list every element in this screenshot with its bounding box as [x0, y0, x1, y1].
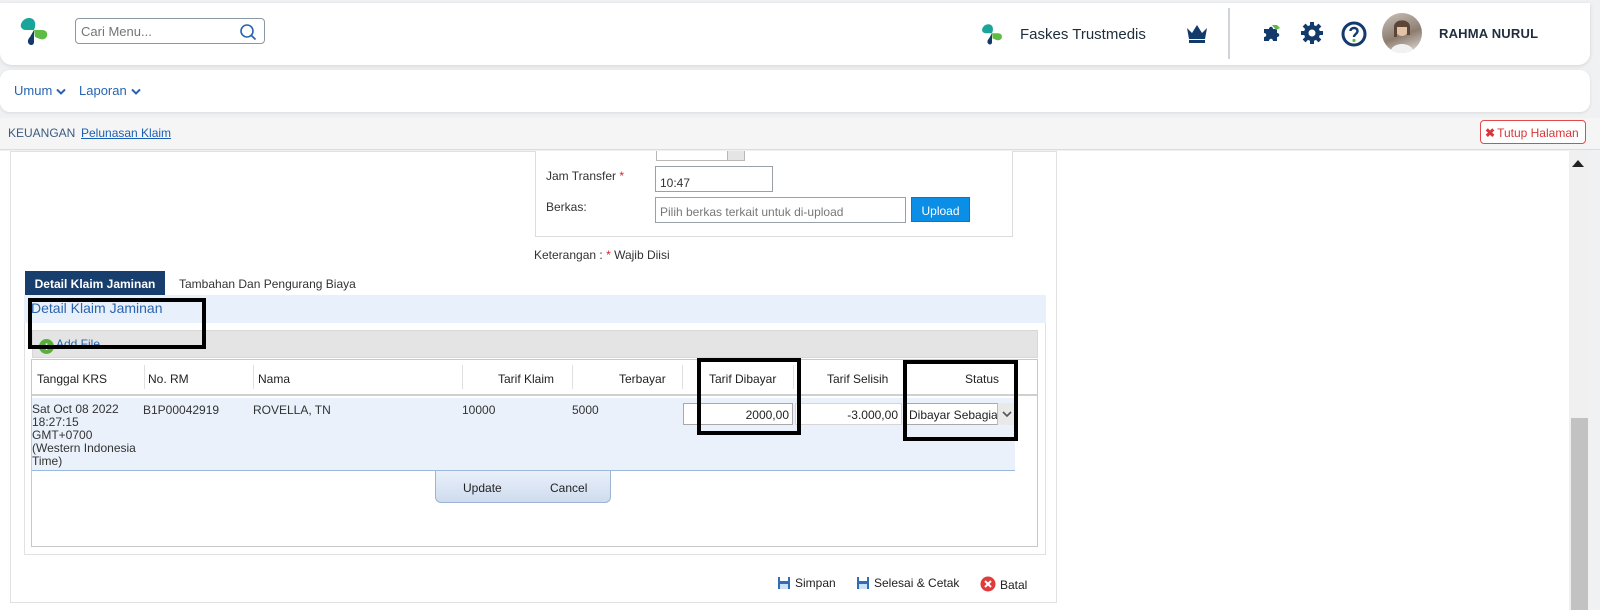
menu-laporan[interactable]: Laporan	[79, 83, 141, 98]
column-divider	[253, 365, 254, 389]
menu-laporan-label: Laporan	[79, 83, 127, 98]
tab-tambahan-pengurang-biaya[interactable]: Tambahan Dan Pengurang Biaya	[179, 277, 356, 291]
cell-tarif-selisih: -3.000,00	[795, 403, 902, 425]
facility-logo-icon	[982, 24, 1002, 45]
cell-no-rm: B1P00042919	[143, 403, 220, 417]
batal-label: Batal	[1000, 578, 1028, 592]
puzzle-icon[interactable]	[1260, 21, 1284, 45]
transfer-form	[535, 151, 1013, 237]
chevron-down-icon	[131, 88, 141, 95]
column-divider	[462, 365, 463, 389]
search-icon[interactable]	[239, 23, 257, 41]
date-picker-button[interactable]	[727, 151, 745, 161]
menu-umum-label: Umum	[14, 83, 53, 98]
keterangan-note: Keterangan : * Wajib Diisi	[534, 248, 670, 262]
col-no-rm[interactable]: No. RM	[148, 372, 189, 386]
simpan-label: Simpan	[795, 576, 836, 590]
simpan-button[interactable]: Simpan	[777, 576, 836, 590]
col-tarif-klaim[interactable]: Tarif Klaim	[498, 372, 554, 386]
crown-icon[interactable]	[1185, 22, 1209, 44]
column-divider	[144, 365, 145, 389]
help-icon[interactable]	[1341, 21, 1367, 47]
breadcrumb-section[interactable]: KEUANGAN	[8, 126, 75, 140]
annotation-box-tarif-dibayar	[697, 358, 801, 435]
scrollbar-thumb[interactable]	[1571, 418, 1588, 610]
main-menu-bar	[0, 70, 1590, 112]
search-input[interactable]	[76, 19, 226, 43]
cancel-button[interactable]: Cancel	[550, 481, 587, 495]
col-nama[interactable]: Nama	[258, 372, 290, 386]
trustmedis-logo[interactable]	[18, 15, 50, 47]
scroll-up-arrow[interactable]	[1572, 160, 1584, 167]
save-icon	[857, 577, 869, 589]
jam-transfer-label: Jam Transfer *	[546, 169, 625, 183]
menu-umum[interactable]: Umum	[14, 83, 66, 98]
cell-nama: ROVELLA, TN	[253, 403, 331, 417]
header-divider	[1228, 8, 1230, 59]
update-button[interactable]: Update	[463, 481, 502, 495]
breadcrumb-page[interactable]: Pelunasan Klaim	[81, 126, 171, 140]
jam-transfer-input[interactable]	[655, 166, 773, 192]
berkas-label: Berkas:	[546, 200, 587, 214]
user-name[interactable]: RAHMA NURUL	[1439, 26, 1538, 41]
upload-button[interactable]: Upload	[911, 197, 970, 222]
gear-icon[interactable]	[1300, 21, 1324, 45]
menu-search[interactable]	[75, 18, 265, 44]
berkas-file-input[interactable]: Pilih berkas terkait untuk di-upload	[655, 197, 906, 223]
save-icon	[778, 577, 790, 589]
cell-terbayar: 5000	[572, 403, 599, 417]
annotation-box-status	[903, 360, 1018, 441]
cancel-circle-icon	[980, 576, 996, 592]
selesai-cetak-label: Selesai & Cetak	[874, 576, 960, 590]
column-divider	[682, 365, 683, 389]
batal-button[interactable]: Batal	[980, 576, 1027, 592]
col-terbayar[interactable]: Terbayar	[619, 372, 666, 386]
cell-tanggal-krs: Sat Oct 08 2022 18:27:15 GMT+0700 (Weste…	[32, 402, 136, 468]
cell-tarif-klaim: 10000	[462, 403, 496, 417]
column-divider	[572, 365, 573, 389]
close-page-button[interactable]: ✖ Tutup Halaman	[1480, 120, 1586, 144]
annotation-box-grid-title	[28, 298, 206, 349]
user-avatar[interactable]	[1382, 13, 1422, 53]
avatar-photo	[1390, 20, 1414, 53]
breadcrumb: KEUANGAN Pelunasan Klaim ✖ Tutup Halaman	[0, 118, 1600, 150]
chevron-down-icon	[56, 88, 66, 95]
col-tarif-selisih[interactable]: Tarif Selisih	[827, 372, 888, 386]
tab-detail-klaim-jaminan[interactable]: Detail Klaim Jaminan	[25, 271, 165, 295]
col-tanggal-krs[interactable]: Tanggal KRS	[37, 372, 107, 386]
selesai-cetak-button[interactable]: Selesai & Cetak	[856, 576, 959, 590]
close-icon: ✖	[1485, 126, 1496, 140]
close-page-label: Tutup Halaman	[1497, 126, 1579, 140]
facility-name: Faskes Trustmedis	[1020, 26, 1146, 43]
